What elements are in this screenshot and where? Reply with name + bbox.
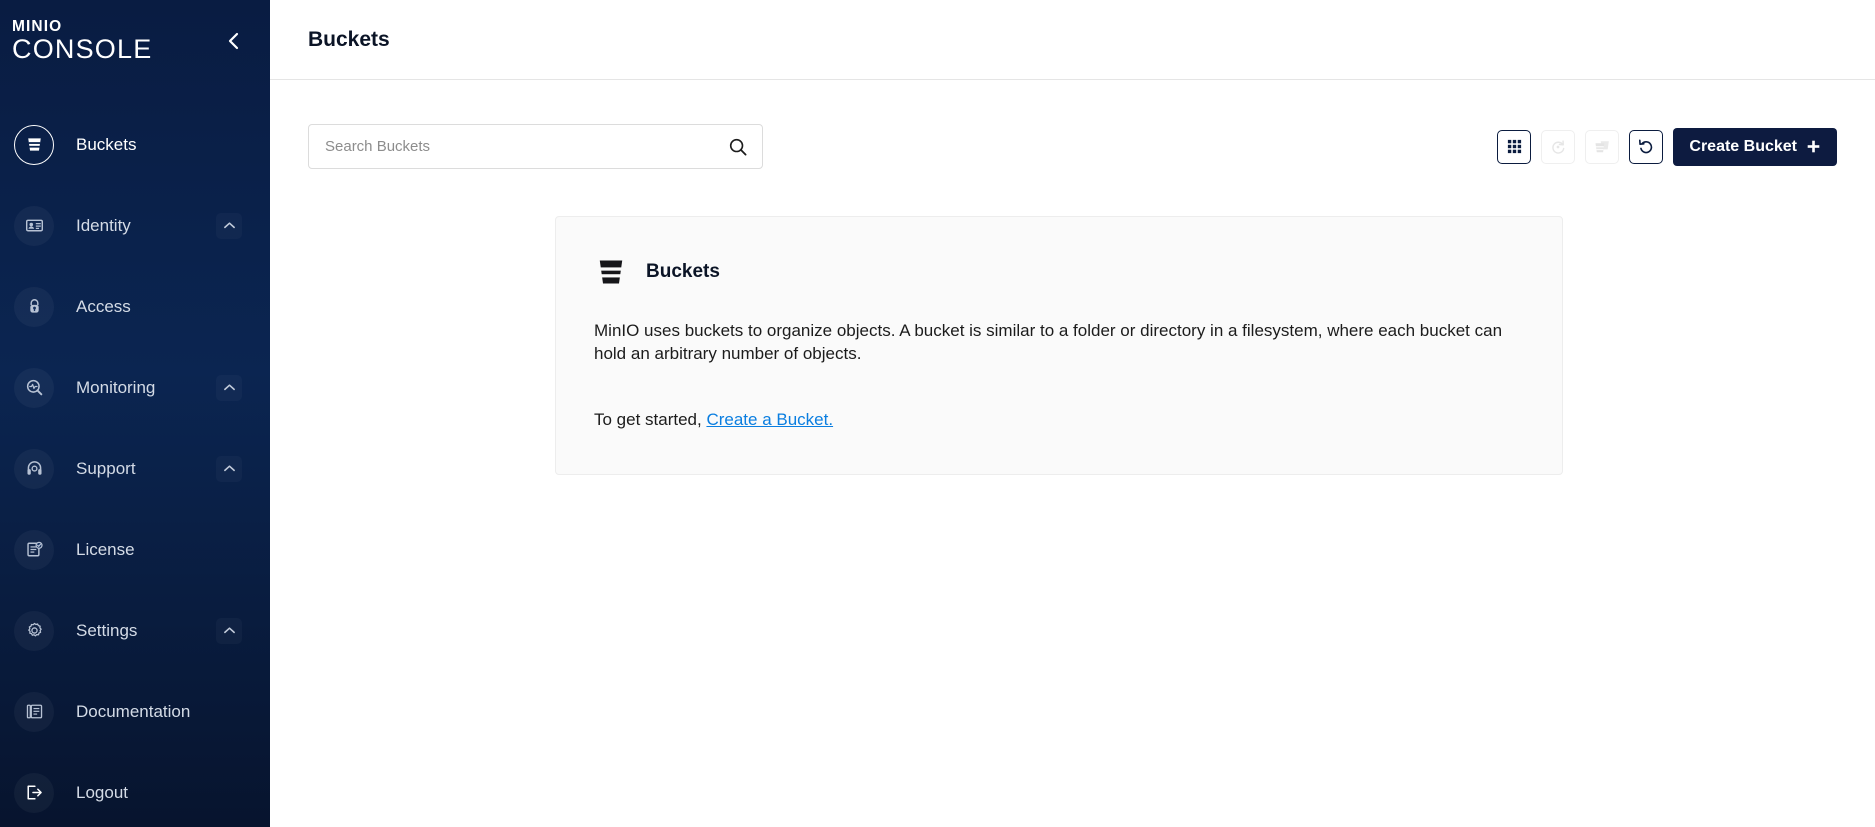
buckets-toolbar: Create Bucket [308,124,1837,169]
logo-minio-text: MINIO [12,17,63,35]
sidebar-item-label: Settings [76,620,138,640]
search-buckets-field[interactable] [308,124,763,169]
grid-view-button[interactable] [1497,129,1532,164]
minio-console-logo: MINIO CONSOLE [10,19,152,64]
sidebar-item-documentation[interactable]: Documentation [0,671,270,752]
search-input[interactable] [325,125,728,168]
toolbar-actions: Create Bucket [1497,127,1837,166]
sidebar-item-license[interactable]: License [0,509,270,590]
sidebar-item-monitoring[interactable]: Monitoring [0,347,270,428]
cta-prefix-text: To get started, [594,409,707,429]
sidebar-expand-identity[interactable] [216,213,242,239]
rewind-icon [1552,139,1565,154]
create-a-bucket-link[interactable]: Create a Bucket. [706,410,833,429]
sidebar-item-label: License [76,539,135,559]
create-bucket-label: Create Bucket [1689,137,1797,155]
chevron-up-icon [223,627,235,634]
card-header: Buckets [594,255,1524,289]
buckets-empty-state-card: Buckets MinIO uses buckets to organize o… [555,216,1563,475]
minio-console-app: MINIO CONSOLE Buckets Identity Access Mo… [0,0,1875,827]
id-card-icon [14,205,54,246]
refresh-icon [1639,139,1653,153]
magnifier-pulse-icon [14,367,54,408]
sidebar-collapse-button[interactable] [218,26,248,56]
card-title: Buckets [646,261,720,282]
multiple-buckets-icon [1595,140,1610,152]
page-header: Buckets [270,0,1875,80]
sidebar-item-label: Buckets [76,134,137,154]
logo-console-text: CONSOLE [12,34,153,65]
lock-icon [14,286,54,327]
headset-icon [14,448,54,489]
refresh-button[interactable] [1629,129,1664,164]
delete-buckets-button [1585,129,1620,164]
grid-icon [1507,139,1522,154]
sidebar: MINIO CONSOLE Buckets Identity Access Mo… [0,0,270,827]
sidebar-item-access[interactable]: Access [0,266,270,347]
sidebar-item-buckets[interactable]: Buckets [0,104,270,185]
rewind-button [1541,129,1576,164]
sidebar-expand-support[interactable] [216,456,242,482]
sidebar-item-label: Logout [76,782,128,802]
license-doc-icon [14,529,54,570]
sidebar-item-identity[interactable]: Identity [0,185,270,266]
chevron-left-icon [228,32,238,50]
sidebar-item-support[interactable]: Support [0,428,270,509]
card-description: MinIO uses buckets to organize objects. … [594,321,1503,364]
logout-icon [14,772,54,813]
search-icon[interactable] [728,137,748,157]
bucket-icon [14,124,54,165]
sidebar-item-label: Documentation [76,701,191,721]
page-title: Buckets [308,27,390,51]
sidebar-item-label: Access [76,296,131,316]
bucket-icon [599,260,623,284]
sidebar-item-label: Monitoring [76,377,156,397]
card-cta: To get started, Create a Bucket. [594,410,1524,430]
chevron-up-icon [223,384,235,391]
gear-icon [14,610,54,651]
sidebar-expand-monitoring[interactable] [216,375,242,401]
sidebar-item-label: Support [76,458,136,478]
chevron-up-icon [223,465,235,472]
sidebar-expand-settings[interactable] [216,618,242,644]
create-bucket-button[interactable]: Create Bucket [1673,127,1837,166]
plus-icon [1807,140,1820,153]
sidebar-header: MINIO CONSOLE [0,0,270,82]
book-icon [14,691,54,732]
chevron-up-icon [223,222,235,229]
sidebar-item-settings[interactable]: Settings [0,590,270,671]
sidebar-nav: Buckets Identity Access Monitoring Suppo… [0,82,270,827]
page-content: Create Bucket Buckets [270,80,1875,827]
sidebar-item-logout[interactable]: Logout [0,752,270,827]
sidebar-item-label: Identity [76,215,131,235]
main-area: Buckets Search Buckets Create Bucket Buc… [270,0,1875,827]
